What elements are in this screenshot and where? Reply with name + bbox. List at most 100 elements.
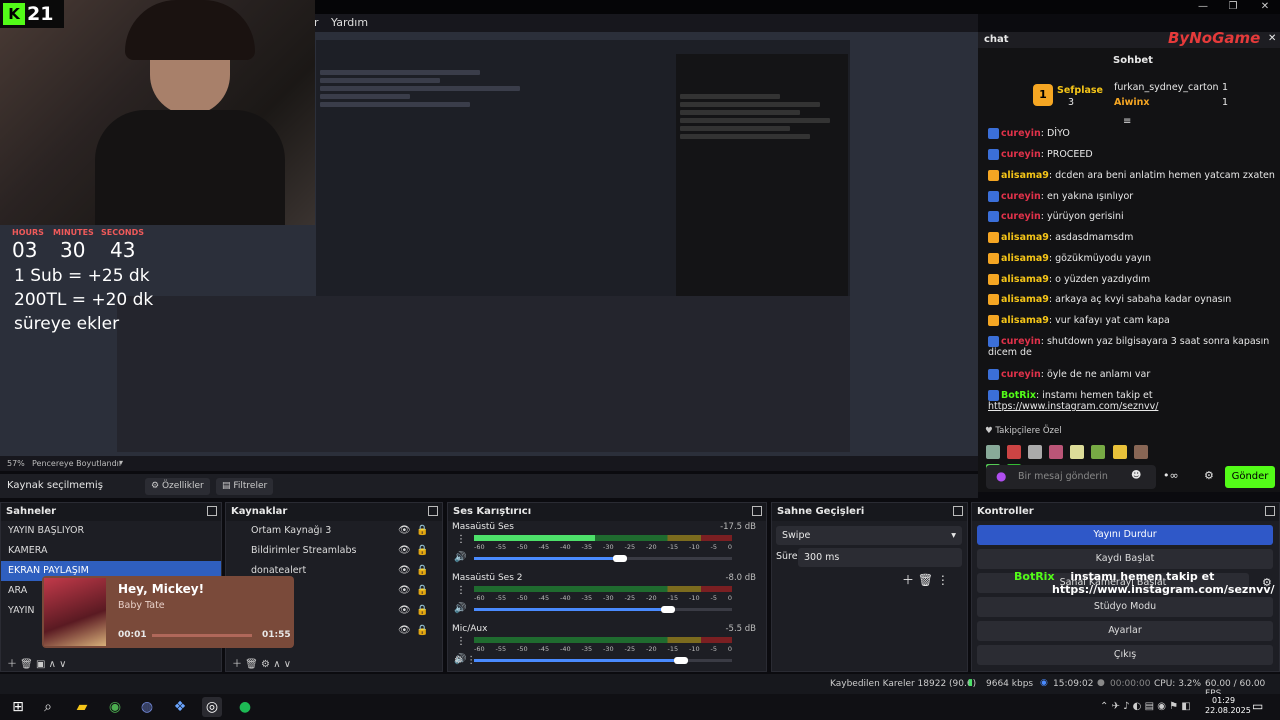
close-button[interactable]: ✕ bbox=[1252, 0, 1278, 14]
source-item[interactable]: Bildirimler Streamlabs 👁 🔒 bbox=[226, 541, 442, 561]
chat-close-icon[interactable]: ✕ bbox=[1268, 33, 1276, 44]
chat-username[interactable]: cureyin bbox=[1001, 211, 1041, 222]
popout-icon[interactable] bbox=[207, 506, 217, 516]
tray-icons[interactable]: ⌃ ✈ ♪ ◐ ▤ ◉ ⚑ ◧ bbox=[1100, 701, 1191, 712]
lock-icon[interactable]: 🔒 bbox=[416, 625, 428, 637]
emote[interactable] bbox=[1091, 444, 1106, 459]
volume-slider[interactable] bbox=[474, 557, 732, 560]
chat-username[interactable]: alisama9 bbox=[1001, 232, 1049, 243]
search-icon[interactable]: ⌕ bbox=[38, 697, 58, 717]
chat-username[interactable]: cureyin bbox=[1001, 149, 1041, 160]
mixer-title-text: Ses Karıştırıcı bbox=[453, 506, 532, 517]
chat-username[interactable]: alisama9 bbox=[1001, 170, 1049, 181]
obs-icon[interactable]: ◎ bbox=[202, 697, 222, 717]
source-item[interactable]: Ortam Kaynağı 3 👁 🔒 bbox=[226, 521, 442, 541]
scale-tick: -5 bbox=[710, 645, 717, 653]
visibility-eye-icon[interactable]: 👁 bbox=[398, 565, 411, 577]
minimize-button[interactable]: — bbox=[1190, 0, 1216, 14]
expand-icon[interactable]: ≡ bbox=[1123, 116, 1131, 127]
filters-button[interactable]: ▤ Filtreler bbox=[216, 478, 274, 495]
zoom-fit-select[interactable]: Pencereye Boyutlandır bbox=[32, 459, 122, 468]
chevron-down-icon[interactable]: ▾ bbox=[119, 458, 123, 467]
chrome-icon[interactable]: ◉ bbox=[105, 697, 125, 717]
spotify-icon[interactable]: ● bbox=[235, 697, 255, 717]
emoji-icon[interactable]: ☻ bbox=[1131, 470, 1141, 481]
settings-gear-icon[interactable]: ⚙ bbox=[1204, 469, 1214, 482]
volume-knob[interactable] bbox=[613, 555, 627, 562]
speaker-icon[interactable]: 🔊 bbox=[454, 552, 466, 563]
popout-icon[interactable] bbox=[953, 506, 963, 516]
speaker-icon[interactable]: 🔊 bbox=[454, 603, 466, 614]
transition-add-icon[interactable]: ＋ 🗑 ⋮ bbox=[902, 571, 949, 588]
chat-username[interactable]: cureyin bbox=[1001, 369, 1041, 380]
emote[interactable] bbox=[1070, 444, 1085, 459]
emote[interactable] bbox=[1049, 444, 1064, 459]
channel-menu-icon[interactable]: ⋮ bbox=[456, 585, 466, 596]
stop-stream-button[interactable]: Yayını Durdur bbox=[977, 525, 1273, 545]
file-explorer-icon[interactable]: ▰ bbox=[72, 697, 92, 717]
scene-item[interactable]: KAMERA bbox=[1, 541, 221, 561]
notification-icon[interactable]: ▭ bbox=[1252, 699, 1263, 713]
lock-icon[interactable]: 🔒 bbox=[416, 545, 428, 557]
emote[interactable] bbox=[1133, 444, 1148, 459]
properties-button[interactable]: ⚙ Özellikler bbox=[145, 478, 210, 495]
discord-icon[interactable]: ◍ bbox=[137, 697, 157, 717]
scale-tick: -25 bbox=[624, 645, 636, 653]
transition-select[interactable]: Swipe ▾ bbox=[776, 526, 962, 545]
filters-label: Filtreler bbox=[233, 481, 268, 491]
visibility-eye-icon[interactable]: 👁 bbox=[398, 625, 411, 637]
chat-input[interactable]: ● Bir mesaj gönderin ☻ bbox=[986, 465, 1156, 489]
chat-username[interactable]: alisama9 bbox=[1001, 315, 1049, 326]
chat-username[interactable]: cureyin bbox=[1001, 191, 1041, 202]
emote[interactable] bbox=[1007, 444, 1022, 459]
source-add-icon[interactable]: ＋ 🗑 ⚙ ∧ ∨ bbox=[232, 655, 291, 670]
volume-slider[interactable] bbox=[474, 608, 732, 611]
start-recording-button[interactable]: Kaydı Başlat bbox=[977, 549, 1273, 569]
visibility-eye-icon[interactable]: 👁 bbox=[398, 525, 411, 537]
volume-knob[interactable] bbox=[661, 606, 675, 613]
popout-icon[interactable] bbox=[428, 506, 438, 516]
chat-text-continued[interactable]: https://www.instagram.com/seznvv/ bbox=[988, 401, 1158, 412]
mixer-settings-icon[interactable]: ⚙ ⋮ bbox=[454, 655, 476, 666]
chat-username[interactable]: alisama9 bbox=[1001, 274, 1049, 285]
scale-tick: -10 bbox=[689, 645, 700, 653]
duration-input[interactable]: 300 ms bbox=[798, 548, 962, 567]
emote[interactable] bbox=[1112, 444, 1127, 459]
lock-icon[interactable]: 🔒 bbox=[416, 525, 428, 537]
visibility-eye-icon[interactable]: 👁 bbox=[398, 585, 411, 597]
lock-icon[interactable]: 🔒 bbox=[416, 585, 428, 597]
mic-icon[interactable]: ● bbox=[996, 469, 1006, 483]
chat-username[interactable]: cureyin bbox=[1001, 336, 1041, 347]
lock-icon[interactable]: 🔒 bbox=[416, 605, 428, 617]
chat-username[interactable]: alisama9 bbox=[1001, 294, 1049, 305]
app-icon[interactable]: ❖ bbox=[170, 697, 190, 717]
lock-icon[interactable]: 🔒 bbox=[416, 565, 428, 577]
scene-item[interactable]: YAYIN BAŞLIYOR bbox=[1, 521, 221, 541]
visibility-eye-icon[interactable]: 👁 bbox=[398, 545, 411, 557]
volume-knob[interactable] bbox=[674, 657, 688, 664]
channel-menu-icon[interactable]: ⋮ bbox=[456, 636, 466, 647]
infinity-icon[interactable]: •∞ bbox=[1163, 469, 1179, 482]
popout-icon[interactable] bbox=[752, 506, 762, 516]
studio-mode-button[interactable]: Stüdyo Modu bbox=[977, 597, 1273, 617]
send-button[interactable]: Gönder bbox=[1225, 466, 1275, 488]
chat-username[interactable]: alisama9 bbox=[1001, 253, 1049, 264]
clock-date[interactable]: 22.08.2025 bbox=[1205, 706, 1251, 715]
scale-tick: -60 bbox=[474, 543, 485, 551]
chat-username[interactable]: cureyin bbox=[1001, 128, 1041, 139]
exit-button[interactable]: Çıkış bbox=[977, 645, 1273, 665]
chat-username[interactable]: BotRix bbox=[1001, 390, 1036, 401]
volume-slider[interactable] bbox=[474, 659, 732, 662]
scene-add-icon[interactable]: ＋ 🗑 ▣ ∧ ∨ bbox=[7, 655, 67, 670]
maximize-button[interactable]: ❐ bbox=[1220, 0, 1246, 14]
visibility-eye-icon[interactable]: 👁 bbox=[398, 605, 411, 617]
channel-menu-icon[interactable]: ⋮ bbox=[456, 534, 466, 545]
popout-icon[interactable] bbox=[1265, 506, 1275, 516]
menu-help[interactable]: Yardım bbox=[331, 16, 368, 29]
settings-button[interactable]: Ayarlar bbox=[977, 621, 1273, 641]
botrix-overlay-line2: https://www.instagram.com/seznvv/ bbox=[1052, 583, 1275, 596]
emote[interactable] bbox=[1028, 444, 1043, 459]
clock-time[interactable]: 01:29 bbox=[1212, 696, 1235, 705]
windows-start-icon[interactable]: ⊞ bbox=[8, 697, 28, 717]
emote[interactable] bbox=[986, 444, 1000, 459]
